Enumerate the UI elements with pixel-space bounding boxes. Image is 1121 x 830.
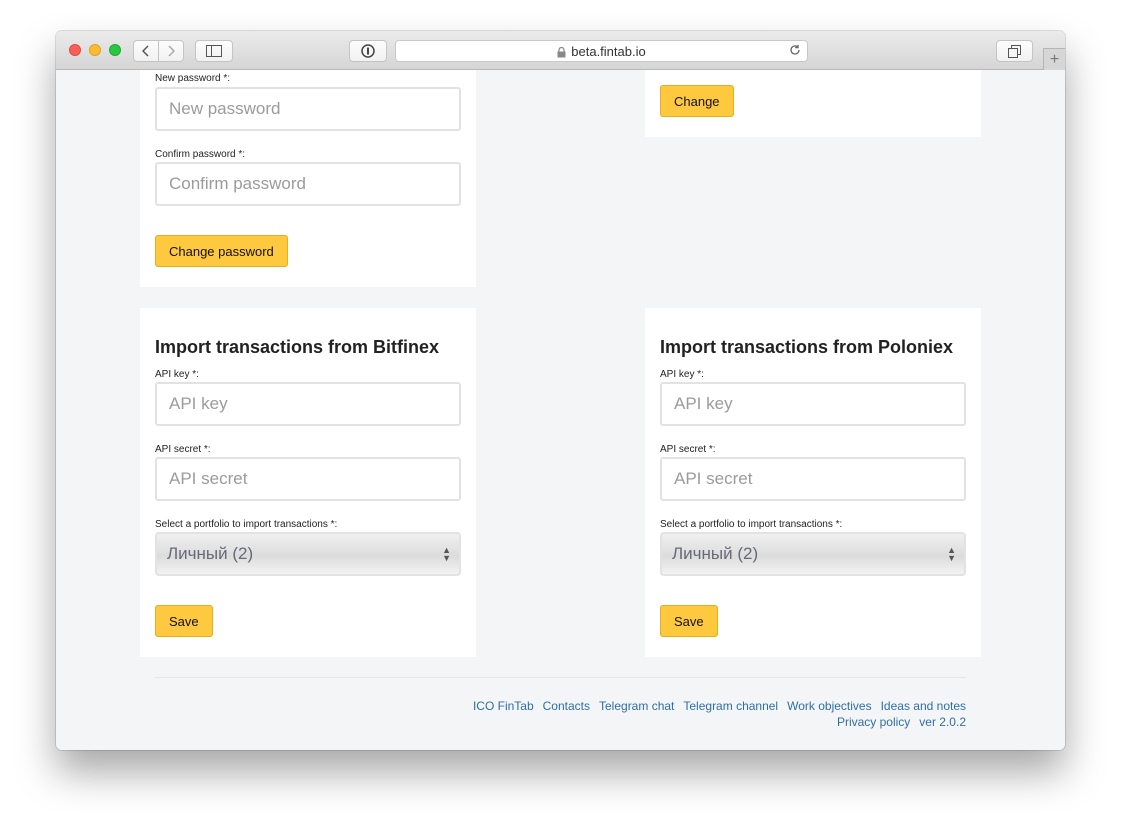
select-arrows-icon: ▲ ▼ [442,545,451,563]
select-arrows-icon: ▲ ▼ [947,545,956,563]
browser-window: beta.fintab.io + New password *: Confirm… [56,31,1065,750]
forward-button[interactable] [158,40,184,62]
poloniex-api-secret-label: API secret *: [660,444,716,455]
poloniex-api-key-input[interactable] [660,382,966,426]
bitfinex-api-secret-label: API secret *: [155,444,211,455]
maximize-window-button[interactable] [109,44,121,56]
bitfinex-portfolio-select[interactable]: Личный (2) ▲ ▼ [155,532,461,576]
back-button[interactable] [133,40,159,62]
footer-link-contacts[interactable]: Contacts [543,699,590,713]
poloniex-portfolio-value: Личный (2) [672,544,759,563]
chevron-left-icon [142,45,149,57]
show-tabs-button[interactable] [996,40,1033,62]
password-manager-icon [361,44,375,58]
bitfinex-import-card: Import transactions from Bitfinex API ke… [140,308,476,657]
change-settings-card: Change [645,70,981,137]
poloniex-import-card: Import transactions from Poloniex API ke… [645,308,981,657]
bitfinex-save-button[interactable]: Save [155,605,213,637]
minimize-window-button[interactable] [89,44,101,56]
new-tab-button[interactable]: + [1043,48,1065,70]
close-window-button[interactable] [69,44,81,56]
new-password-input[interactable] [155,87,461,131]
new-password-label: New password *: [155,73,231,84]
bitfinex-api-secret-input[interactable] [155,457,461,501]
plus-icon: + [1049,50,1060,68]
sidebar-icon [206,45,222,57]
footer-links-row1: ICO FinTab Contacts Telegram chat Telegr… [473,699,966,713]
change-button[interactable]: Change [660,85,734,117]
footer-version[interactable]: ver 2.0.2 [919,715,966,729]
bitfinex-portfolio-value: Личный (2) [167,544,254,563]
poloniex-save-button[interactable]: Save [660,605,718,637]
bitfinex-api-key-input[interactable] [155,382,461,426]
footer-link-privacy-policy[interactable]: Privacy policy [837,715,910,729]
sidebar-toggle-button[interactable] [195,40,233,62]
footer-link-telegram-channel[interactable]: Telegram channel [683,699,778,713]
footer-divider [155,677,966,678]
url-text: beta.fintab.io [571,43,646,59]
bitfinex-title: Import transactions from Bitfinex [155,337,440,357]
address-bar[interactable]: beta.fintab.io [395,40,808,62]
change-password-card: New password *: Confirm password *: Chan… [140,70,476,287]
poloniex-portfolio-label: Select a portfolio to import transaction… [660,519,843,530]
bitfinex-api-key-label: API key *: [155,369,199,380]
poloniex-api-key-label: API key *: [660,369,704,380]
poloniex-portfolio-select[interactable]: Личный (2) ▲ ▼ [660,532,966,576]
confirm-password-input[interactable] [155,162,461,206]
confirm-password-label: Confirm password *: [155,149,246,160]
poloniex-api-secret-input[interactable] [660,457,966,501]
lock-icon [557,46,566,57]
footer-link-ico-fintab[interactable]: ICO FinTab [473,699,534,713]
poloniex-title: Import transactions from Poloniex [660,337,954,357]
footer-link-telegram-chat[interactable]: Telegram chat [599,699,674,713]
change-password-button[interactable]: Change password [155,235,288,267]
chevron-right-icon [168,45,175,57]
tabs-overview-icon [1008,44,1021,58]
reload-icon[interactable] [789,43,801,59]
footer-link-work-objectives[interactable]: Work objectives [787,699,871,713]
password-manager-button[interactable] [349,40,387,62]
footer-link-ideas-notes[interactable]: Ideas and notes [881,699,966,713]
page-content: New password *: Confirm password *: Chan… [56,70,1065,750]
bitfinex-portfolio-label: Select a portfolio to import transaction… [155,519,338,530]
footer-links-row2: Privacy policy ver 2.0.2 [837,715,966,729]
title-bar: beta.fintab.io + [56,31,1065,70]
